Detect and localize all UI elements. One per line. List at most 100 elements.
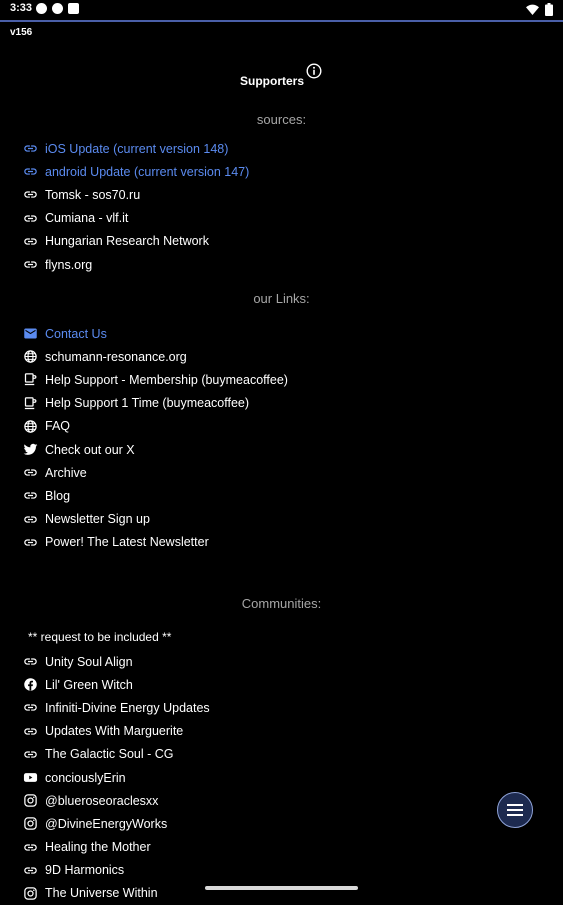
list-item-label: schumann-resonance.org	[45, 349, 187, 364]
link-icon	[22, 187, 38, 203]
list-item-label: Contact Us	[45, 326, 107, 341]
link-icon	[22, 723, 38, 739]
list-item[interactable]: @DivineEnergyWorks	[22, 812, 210, 835]
instagram-icon	[22, 885, 38, 901]
link-icon	[22, 465, 38, 481]
list-item-label: android Update (current version 147)	[45, 164, 250, 179]
list-item[interactable]: Newsletter Sign up	[22, 508, 288, 531]
notification-icon	[36, 3, 47, 14]
list-item[interactable]: Help Support 1 Time (buymeacoffee)	[22, 392, 288, 415]
list-item-label: 9D Harmonics	[45, 863, 125, 878]
page-header: Supporters	[0, 63, 563, 93]
list-item-label: Archive	[45, 465, 87, 480]
link-icon	[22, 141, 38, 157]
list-item-label: Cumiana - vlf.it	[45, 211, 129, 226]
link-icon	[22, 164, 38, 180]
link-icon	[22, 839, 38, 855]
list-item[interactable]: FAQ	[22, 415, 288, 438]
header-divider	[0, 20, 563, 22]
list-item-label: Power! The Latest Newsletter	[45, 535, 209, 550]
list-item[interactable]: Contact Us	[22, 322, 288, 345]
list-item-label: flyns.org	[45, 257, 93, 272]
link-icon	[22, 746, 38, 762]
list-item[interactable]: Power! The Latest Newsletter	[22, 531, 288, 554]
link-icon	[22, 511, 38, 527]
list-item-label: Check out our X	[45, 442, 135, 457]
list-item-label: Infiniti-Divine Energy Updates	[45, 700, 210, 715]
battery-icon	[545, 3, 553, 16]
list-item-label: Help Support 1 Time (buymeacoffee)	[45, 396, 250, 411]
list-item-label: iOS Update (current version 148)	[45, 141, 229, 156]
list-item[interactable]: flyns.org	[22, 253, 249, 276]
list-item[interactable]: Archive	[22, 461, 288, 484]
section-header-links: our Links:	[253, 291, 310, 306]
home-indicator[interactable]	[205, 886, 358, 890]
link-icon	[22, 700, 38, 716]
status-system-icons	[526, 3, 553, 16]
list-item-label: Updates With Marguerite	[45, 724, 184, 739]
list-item-label: Help Support - Membership (buymeacoffee)	[45, 372, 288, 387]
list-item-label: Healing the Mother	[45, 840, 151, 855]
link-icon	[22, 534, 38, 550]
instagram-icon	[22, 793, 38, 809]
sources-list: iOS Update (current version 148) android…	[22, 137, 249, 276]
status-bar: 3:33	[0, 0, 563, 20]
list-item[interactable]: Blog	[22, 484, 288, 507]
list-item-label: The Universe Within	[45, 886, 158, 901]
list-item-label: FAQ	[45, 419, 71, 434]
shield-icon	[52, 3, 63, 14]
link-icon	[22, 488, 38, 504]
square-notification-icon	[68, 3, 79, 14]
list-item-label: @blueroseoraclesxx	[45, 793, 159, 808]
communities-note: ** request to be included **	[28, 630, 172, 644]
list-item[interactable]: The Galactic Soul - CG	[22, 743, 210, 766]
link-icon	[22, 654, 38, 670]
link-icon	[22, 862, 38, 878]
link-icon	[22, 210, 38, 226]
link-icon	[22, 233, 38, 249]
list-item-label: Newsletter Sign up	[45, 512, 150, 527]
mail-icon	[22, 326, 38, 342]
globe-icon	[22, 418, 38, 434]
list-item[interactable]: Healing the Mother	[22, 836, 210, 859]
list-item-label: Blog	[45, 488, 71, 503]
twitter-icon	[22, 442, 38, 458]
list-item-label: @DivineEnergyWorks	[45, 816, 168, 831]
links-list: Contact Us schumann-resonance.org Help S…	[22, 322, 288, 554]
list-item[interactable]: schumann-resonance.org	[22, 345, 288, 368]
page-title: Supporters	[240, 74, 305, 88]
list-item[interactable]: android Update (current version 147)	[22, 160, 249, 183]
section-header-sources: sources:	[256, 112, 307, 127]
list-item[interactable]: Updates With Marguerite	[22, 720, 210, 743]
communities-list: Unity Soul Align Lil' Green Witch Infini…	[22, 650, 210, 905]
version-label: v156	[10, 27, 33, 38]
list-item-label: Lil' Green Witch	[45, 677, 133, 692]
list-item[interactable]: @blueroseoraclesxx	[22, 789, 210, 812]
menu-icon	[507, 804, 523, 816]
list-item[interactable]: Hungarian Research Network	[22, 230, 249, 253]
list-item[interactable]: conciouslyErin	[22, 766, 210, 789]
list-item[interactable]: Lil' Green Witch	[22, 673, 210, 696]
link-icon	[22, 257, 38, 273]
list-item[interactable]: Infiniti-Divine Energy Updates	[22, 696, 210, 719]
list-item[interactable]: Help Support - Membership (buymeacoffee)	[22, 368, 288, 391]
status-notification-icons	[36, 3, 79, 14]
section-header-communities: Communities:	[241, 596, 322, 611]
facebook-icon	[22, 677, 38, 693]
wifi-icon	[526, 4, 539, 15]
coffee-icon	[22, 395, 38, 411]
list-item-label: Hungarian Research Network	[45, 234, 209, 249]
list-item-label: Unity Soul Align	[45, 654, 133, 669]
list-item[interactable]: Check out our X	[22, 438, 288, 461]
list-item[interactable]: iOS Update (current version 148)	[22, 137, 249, 160]
youtube-icon	[22, 770, 38, 786]
list-item[interactable]: Cumiana - vlf.it	[22, 207, 249, 230]
info-icon[interactable]	[306, 63, 322, 84]
list-item-label: conciouslyErin	[45, 770, 126, 785]
list-item[interactable]: Unity Soul Align	[22, 650, 210, 673]
coffee-icon	[22, 372, 38, 388]
list-item[interactable]: 9D Harmonics	[22, 859, 210, 882]
list-item[interactable]: Tomsk - sos70.ru	[22, 183, 249, 206]
menu-button[interactable]	[497, 792, 533, 828]
list-item[interactable]: The Universe Within	[22, 882, 210, 905]
